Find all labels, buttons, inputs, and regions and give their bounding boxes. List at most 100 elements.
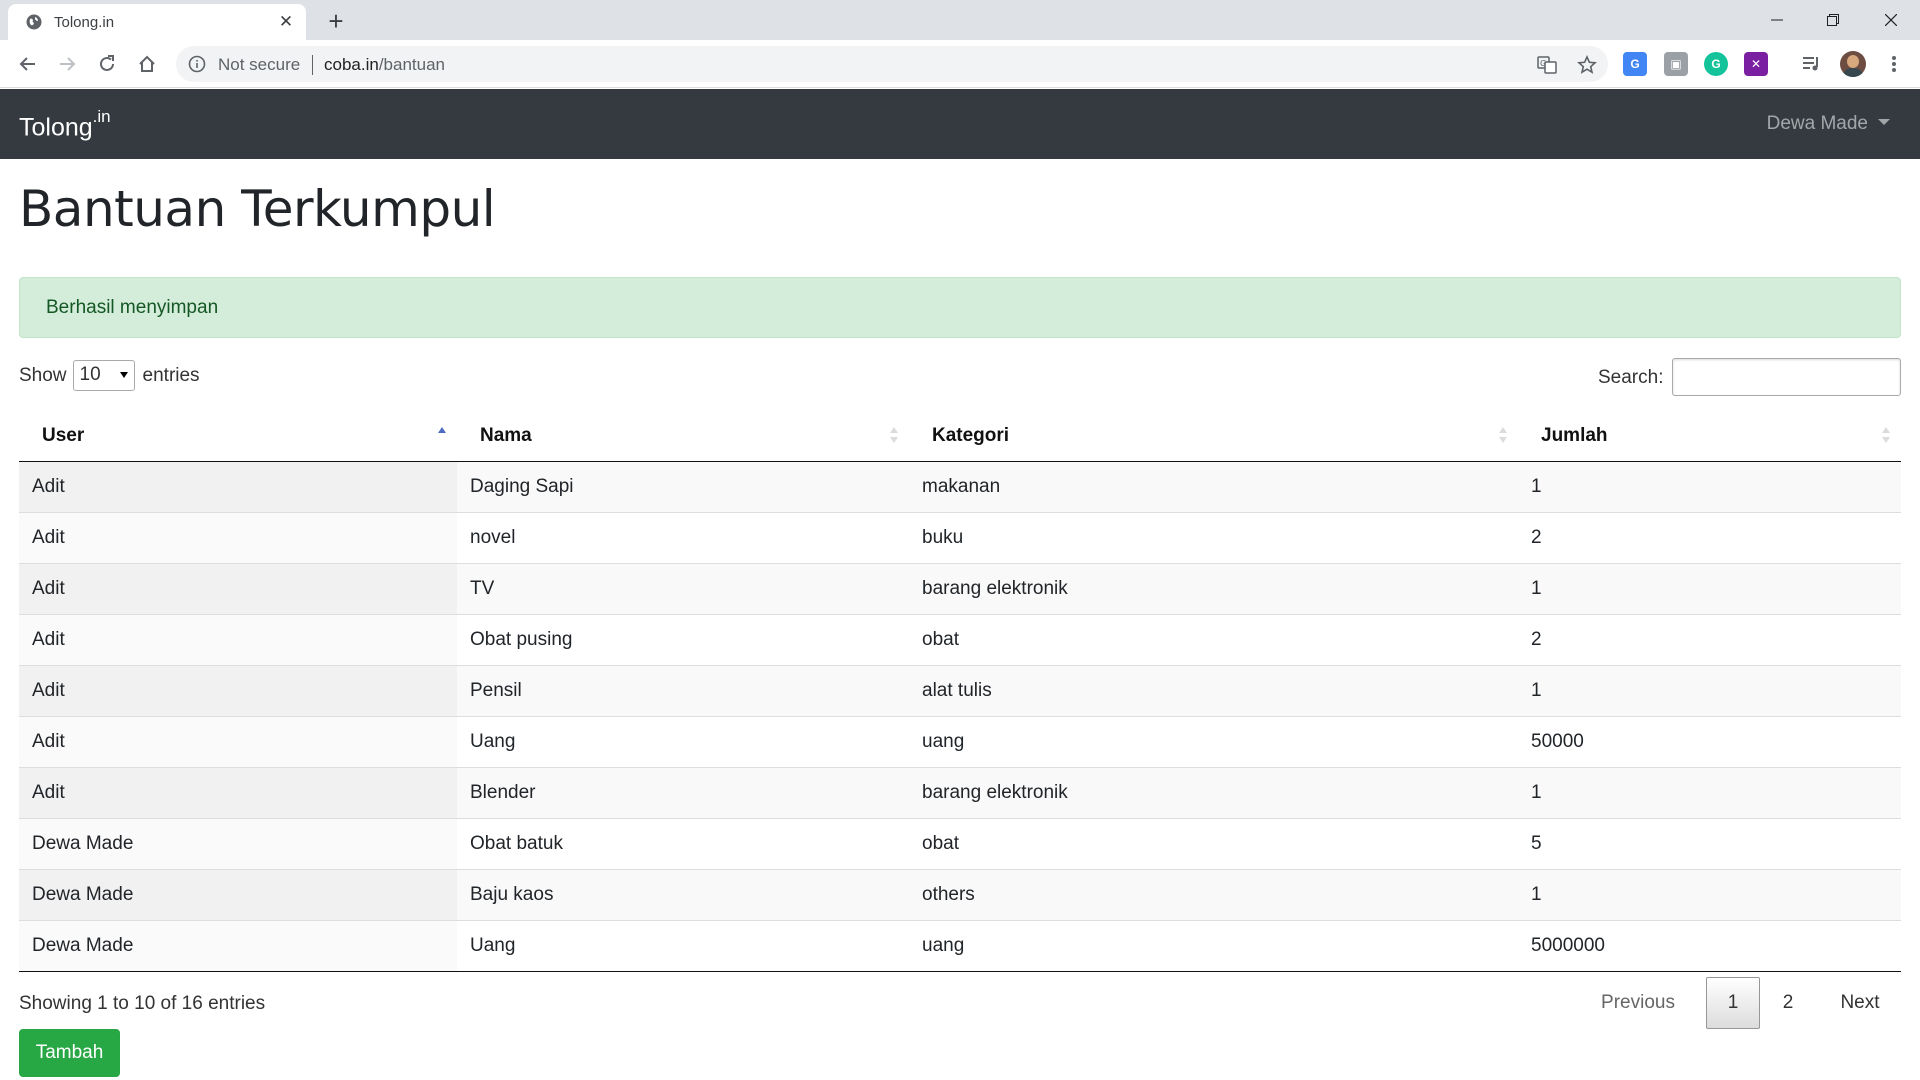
- home-icon[interactable]: [135, 52, 159, 76]
- avatar-body: [1843, 68, 1863, 77]
- cell-user: Adit: [19, 511, 457, 563]
- cell-nama: novel: [457, 511, 909, 563]
- user-name: Dewa Made: [1766, 113, 1868, 134]
- browser-tab[interactable]: Tolong.in ✕: [8, 4, 306, 40]
- entries-length-control: Show 10 entries: [19, 360, 200, 391]
- show-label: Show: [19, 364, 67, 386]
- cell-jumlah: 1: [1518, 664, 1901, 716]
- cell-jumlah: 1: [1518, 766, 1901, 818]
- pagination-page-1[interactable]: 1: [1706, 977, 1760, 1029]
- sort-both-icon: [890, 427, 898, 443]
- cell-nama: Obat pusing: [457, 613, 909, 665]
- google-translate-extension-icon[interactable]: G: [1623, 52, 1647, 76]
- table-row: Adit Blender barang elektronik 1: [19, 766, 1901, 818]
- cell-jumlah: 5: [1518, 817, 1901, 869]
- image-extension-icon[interactable]: ▣: [1664, 52, 1688, 76]
- cell-jumlah: 5000000: [1518, 919, 1901, 972]
- browser-tab-strip: Tolong.in ✕ +: [0, 0, 1920, 40]
- entries-length-select[interactable]: 10: [72, 360, 135, 391]
- pagination-previous-button[interactable]: Previous: [1590, 977, 1686, 1029]
- entries-label: entries: [142, 364, 200, 386]
- cell-nama: Uang: [457, 919, 909, 972]
- table-header-row: User Nama Kategori Jumlah: [19, 412, 1901, 462]
- close-icon[interactable]: ✕: [276, 12, 296, 32]
- globe-icon: [26, 14, 42, 30]
- address-url[interactable]: coba.in/bantuan: [324, 55, 445, 75]
- cell-user: Adit: [19, 562, 457, 614]
- cell-user: Adit: [19, 664, 457, 716]
- cell-kategori: uang: [909, 919, 1518, 972]
- address-divider: [312, 55, 313, 75]
- translate-icon[interactable]: G: [1536, 54, 1558, 76]
- purple-extension-icon[interactable]: ✕: [1744, 52, 1768, 76]
- cell-user: Dewa Made: [19, 817, 457, 869]
- address-bar[interactable]: Not secure coba.in/bantuan G: [176, 46, 1608, 82]
- entries-length-value: 10: [79, 364, 101, 385]
- dropdown-arrow-icon: [119, 372, 128, 378]
- cell-nama: Pensil: [457, 664, 909, 716]
- plus-icon[interactable]: +: [322, 8, 350, 36]
- reload-icon[interactable]: [95, 52, 119, 76]
- restore-icon[interactable]: [1810, 0, 1856, 40]
- column-header-label: User: [42, 425, 85, 447]
- cell-nama: TV: [457, 562, 909, 614]
- grammarly-extension-icon[interactable]: G: [1704, 52, 1728, 76]
- security-status: Not secure: [218, 55, 301, 74]
- minimize-icon[interactable]: [1754, 0, 1800, 40]
- sort-both-icon: [1882, 427, 1890, 443]
- cell-user: Adit: [19, 613, 457, 665]
- cell-user: Dewa Made: [19, 919, 457, 972]
- cell-kategori: obat: [909, 613, 1518, 665]
- pagination-next-button[interactable]: Next: [1823, 977, 1897, 1029]
- cell-kategori: makanan: [909, 461, 1518, 512]
- cell-user: Adit: [19, 766, 457, 818]
- info-icon[interactable]: [188, 55, 206, 73]
- search-input[interactable]: [1672, 358, 1901, 396]
- column-header-label: Nama: [480, 425, 532, 447]
- close-window-icon[interactable]: [1868, 0, 1914, 40]
- table-row: Adit Daging Sapi makanan 1: [19, 461, 1901, 512]
- table-row: Dewa Made Uang uang 5000000: [19, 919, 1901, 972]
- cell-user: Dewa Made: [19, 868, 457, 920]
- brand-name: Tolong: [19, 113, 93, 142]
- kebab-menu-icon[interactable]: [1882, 52, 1906, 76]
- table-row: Dewa Made Baju kaos others 1: [19, 868, 1901, 920]
- cell-kategori: alat tulis: [909, 664, 1518, 716]
- arrow-left-icon[interactable]: [16, 52, 40, 76]
- column-header-label: Kategori: [932, 425, 1010, 447]
- cell-jumlah: 2: [1518, 613, 1901, 665]
- media-control-icon[interactable]: [1800, 52, 1824, 76]
- column-header-jumlah[interactable]: Jumlah: [1518, 412, 1901, 462]
- arrow-right-icon[interactable]: [55, 52, 79, 76]
- table-row: Adit novel buku 2: [19, 511, 1901, 563]
- cell-jumlah: 1: [1518, 868, 1901, 920]
- user-dropdown[interactable]: Dewa Made: [1767, 113, 1890, 135]
- cell-nama: Obat batuk: [457, 817, 909, 869]
- cell-nama: Daging Sapi: [457, 461, 909, 512]
- table-row: Adit Uang uang 50000: [19, 715, 1901, 767]
- table-row: Adit Pensil alat tulis 1: [19, 664, 1901, 716]
- column-header-kategori[interactable]: Kategori: [909, 412, 1518, 462]
- cell-kategori: obat: [909, 817, 1518, 869]
- cell-kategori: others: [909, 868, 1518, 920]
- cell-kategori: buku: [909, 511, 1518, 563]
- data-table: User Nama Kategori Jumlah Adit Daging Sap…: [19, 412, 1901, 972]
- cell-nama: Uang: [457, 715, 909, 767]
- cell-nama: Blender: [457, 766, 909, 818]
- table-row: Adit Obat pusing obat 2: [19, 613, 1901, 665]
- column-header-nama[interactable]: Nama: [457, 412, 909, 462]
- table-row: Adit TV barang elektronik 1: [19, 562, 1901, 614]
- column-header-user[interactable]: User: [19, 412, 457, 462]
- success-alert: Berhasil menyimpan: [19, 277, 1901, 338]
- cell-kategori: uang: [909, 715, 1518, 767]
- profile-avatar[interactable]: [1840, 51, 1866, 77]
- cell-kategori: barang elektronik: [909, 766, 1518, 818]
- page-title: Bantuan Terkumpul: [19, 180, 496, 238]
- brand-logo[interactable]: Tolong.in: [19, 107, 111, 142]
- sort-both-icon: [1499, 427, 1507, 443]
- cell-jumlah: 2: [1518, 511, 1901, 563]
- search-label: Search:: [1598, 367, 1664, 388]
- star-icon[interactable]: [1576, 54, 1598, 76]
- pagination-page-2[interactable]: 2: [1765, 977, 1811, 1029]
- add-button[interactable]: Tambah: [19, 1029, 120, 1077]
